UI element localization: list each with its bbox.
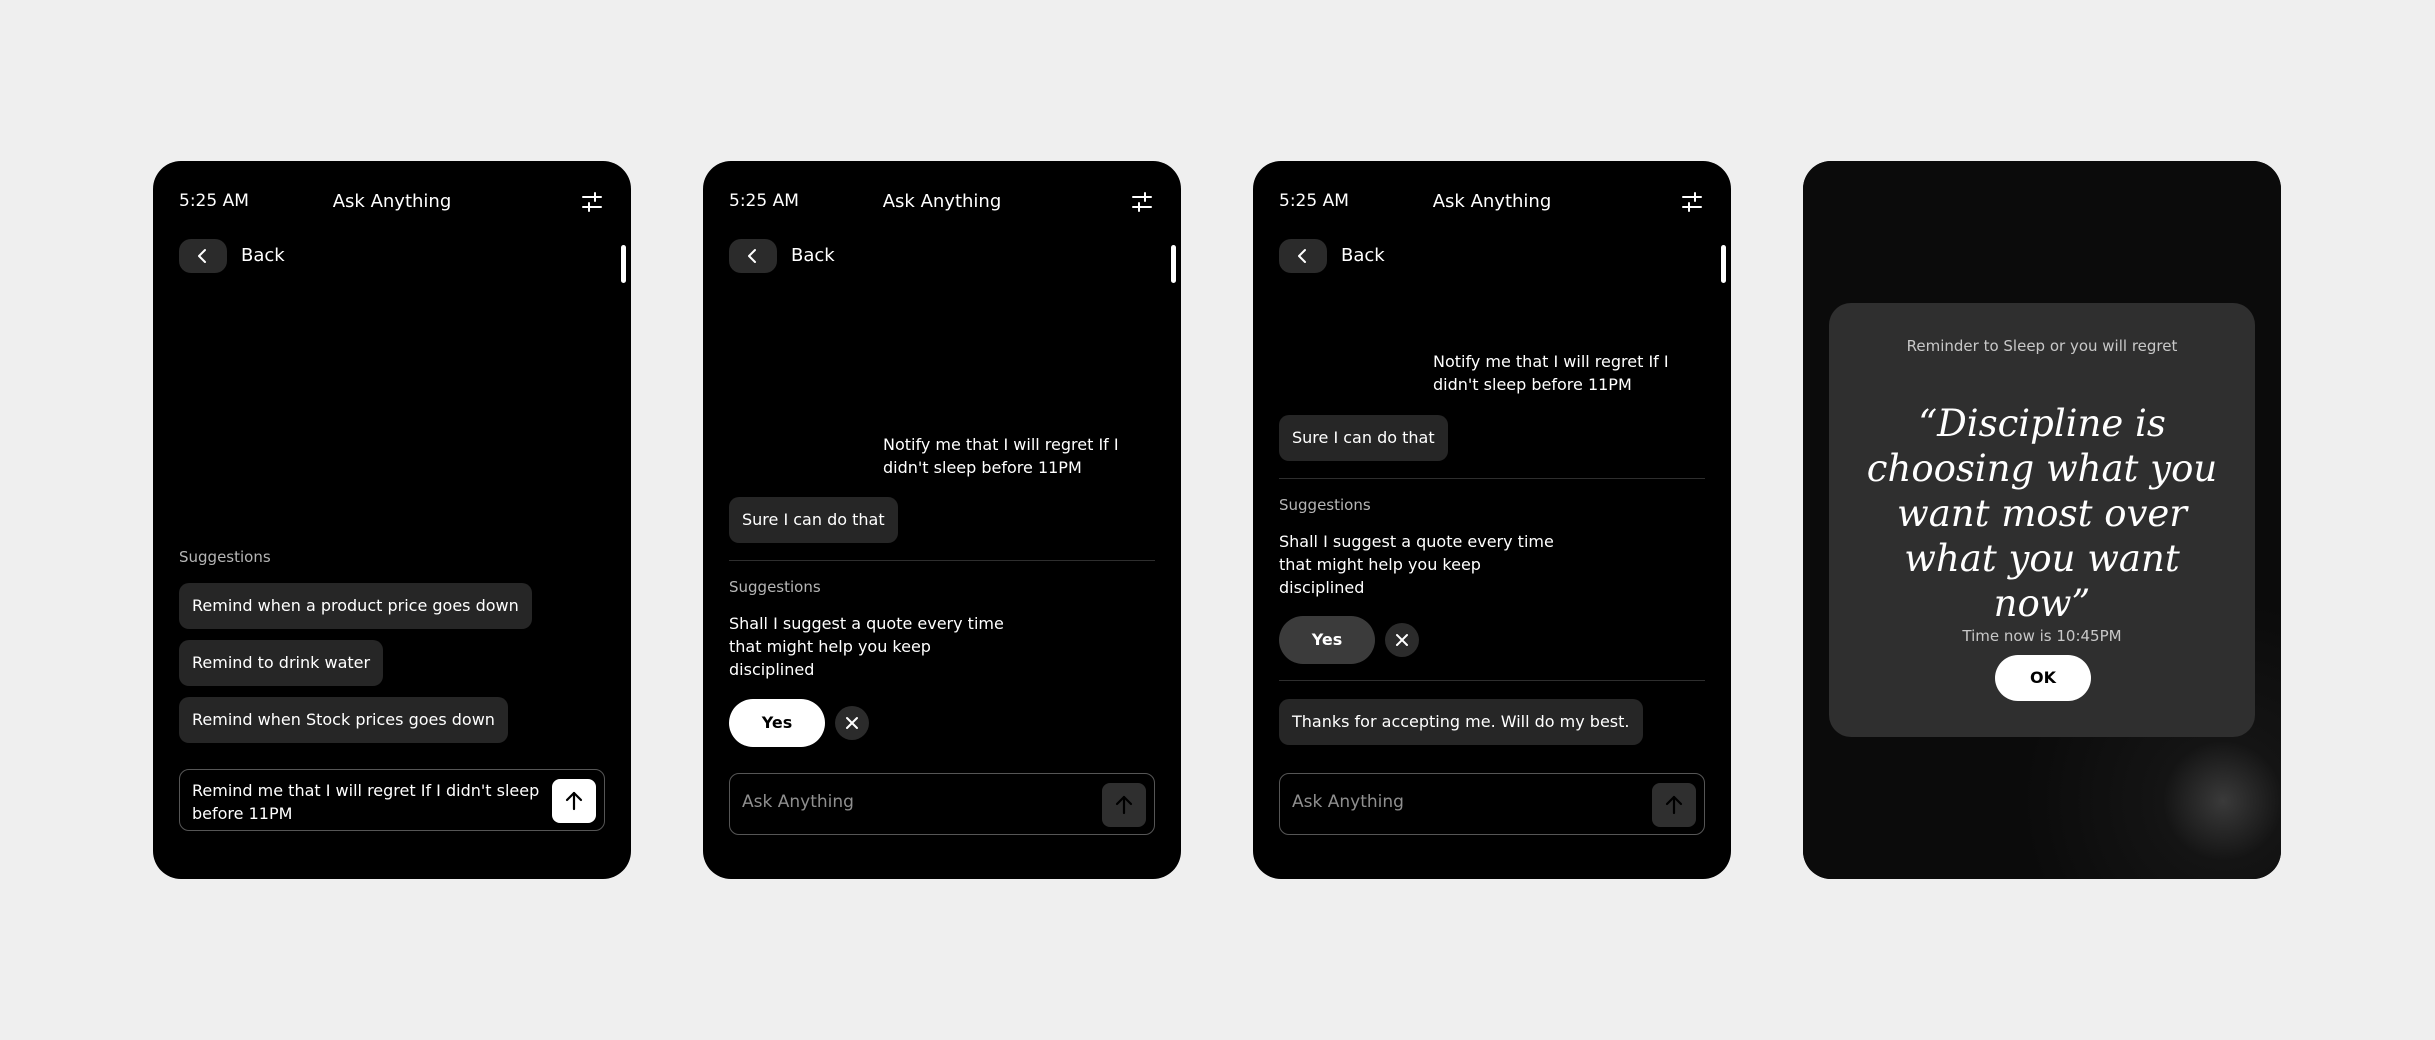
suggestions-heading: Suggestions — [1279, 496, 1371, 514]
reminder-heading: Reminder to Sleep or you will regret — [1906, 337, 2178, 355]
screen-title: Ask Anything — [332, 191, 452, 212]
arrow-up-icon — [1115, 795, 1133, 815]
screen-suggestions: 5:25 AM Ask Anything Back Suggestions Re… — [153, 161, 631, 879]
message-input[interactable]: Ask Anything — [729, 773, 1155, 835]
suggestion-chip[interactable]: Remind to drink water — [179, 640, 384, 686]
arrow-up-icon — [1665, 795, 1683, 815]
current-time-text: Time now is 10:45PM — [1962, 627, 2122, 645]
suggestion-chip[interactable]: Remind when Stock prices goes down — [179, 697, 508, 743]
divider — [1279, 478, 1705, 479]
suggestion-chip[interactable]: Remind when a product price goes down — [179, 583, 532, 629]
send-button[interactable] — [1652, 783, 1696, 827]
sliders-icon[interactable] — [581, 191, 603, 213]
yes-button[interactable]: Yes — [729, 699, 825, 747]
status-bar: 5:25 AM Ask Anything — [729, 191, 1155, 215]
message-input-value[interactable]: Remind me that I will regret If I didn't… — [192, 779, 542, 825]
suggestion-text: Shall I suggest a quote every time that … — [1279, 532, 1554, 597]
message-input[interactable]: Ask Anything — [1279, 773, 1705, 835]
message-input[interactable]: Remind me that I will regret If I didn't… — [179, 769, 605, 831]
suggestions-heading: Suggestions — [179, 548, 271, 566]
quote-text: “Discipline is choosing what you want mo… — [1866, 402, 2218, 625]
chevron-left-icon — [198, 249, 206, 263]
screen-title: Ask Anything — [1432, 191, 1552, 212]
suggestions-heading: Suggestions — [729, 578, 821, 596]
send-button[interactable] — [552, 779, 596, 823]
arrow-up-icon — [565, 791, 583, 811]
back-label[interactable]: Back — [791, 245, 835, 266]
suggestion-text: Shall I suggest a quote every time that … — [729, 614, 1004, 679]
sliders-icon[interactable] — [1681, 191, 1703, 213]
reminder-dialog: Reminder to Sleep or you will regret “Di… — [1829, 303, 2255, 737]
user-message: Notify me that I will regret If I didn't… — [883, 435, 1119, 477]
bot-message: Sure I can do that — [729, 497, 898, 543]
sliders-icon[interactable] — [1131, 191, 1153, 213]
chevron-left-icon — [1298, 249, 1306, 263]
screen-title: Ask Anything — [882, 191, 1002, 212]
scrollbar[interactable] — [1171, 245, 1176, 283]
chevron-left-icon — [748, 249, 756, 263]
divider — [1279, 680, 1705, 681]
divider — [729, 560, 1155, 561]
bot-message: Sure I can do that — [1279, 415, 1448, 461]
ok-button[interactable]: OK — [1995, 655, 2091, 701]
screen-reminder: Reminder to Sleep or you will regret “Di… — [1803, 161, 2281, 879]
send-button[interactable] — [1102, 783, 1146, 827]
message-input-placeholder[interactable]: Ask Anything — [1292, 792, 1404, 812]
status-bar: 5:25 AM Ask Anything — [179, 191, 605, 215]
close-icon — [1396, 634, 1408, 646]
user-message: Notify me that I will regret If I didn't… — [1433, 352, 1669, 394]
yes-button[interactable]: Yes — [1279, 616, 1375, 664]
back-button[interactable] — [729, 239, 777, 273]
dismiss-button[interactable] — [835, 706, 869, 740]
close-icon — [846, 717, 858, 729]
back-label[interactable]: Back — [241, 245, 285, 266]
dismiss-button[interactable] — [1385, 623, 1419, 657]
back-label[interactable]: Back — [1341, 245, 1385, 266]
screen-accepted: 5:25 AM Ask Anything Back Notify me that… — [1253, 161, 1731, 879]
message-input-placeholder[interactable]: Ask Anything — [742, 792, 854, 812]
scrollbar[interactable] — [621, 245, 626, 283]
scrollbar[interactable] — [1721, 245, 1726, 283]
back-button[interactable] — [1279, 239, 1327, 273]
bot-message: Thanks for accepting me. Will do my best… — [1279, 699, 1643, 745]
status-bar: 5:25 AM Ask Anything — [1279, 191, 1705, 215]
back-button[interactable] — [179, 239, 227, 273]
screen-conversation: 5:25 AM Ask Anything Back Notify me that… — [703, 161, 1181, 879]
